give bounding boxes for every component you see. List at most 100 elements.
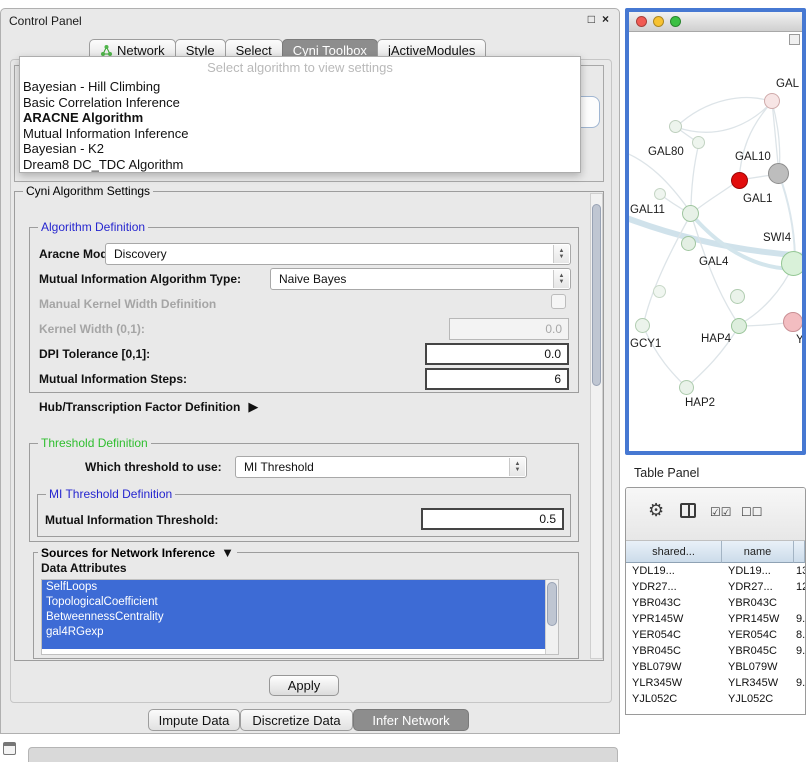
attributes-scrollbar[interactable] [545, 580, 558, 654]
mi-type-select[interactable]: Naive Bayes ▲▼ [270, 268, 571, 290]
algorithm-dropdown-list: Select algorithm to view settings Bayesi… [19, 56, 581, 173]
minimize-traffic-light-icon[interactable] [653, 16, 664, 27]
algorithm-definition-title: Algorithm Definition [38, 220, 148, 234]
network-node[interactable] [764, 93, 780, 109]
manual-kernel-label: Manual Kernel Width Definition [39, 297, 216, 311]
algorithm-option-selected[interactable]: ARACNE Algorithm [20, 110, 580, 126]
apply-button[interactable]: Apply [269, 675, 339, 696]
settings-scrollbar[interactable] [590, 193, 603, 659]
network-node[interactable] [730, 289, 745, 304]
network-node[interactable] [654, 188, 666, 200]
settings-scrollbar-thumb[interactable] [592, 204, 601, 386]
table-row[interactable]: YBR045CYBR045C9. [626, 643, 805, 659]
mi-type-value: Naive Bayes [279, 272, 346, 286]
network-node[interactable] [635, 318, 650, 333]
table-row[interactable]: YER054CYER054C8. [626, 627, 805, 643]
mi-threshold-field[interactable]: 0.5 [421, 508, 564, 530]
table-cell: YBR045C [626, 643, 722, 659]
aracne-mode-value: Discovery [114, 247, 167, 261]
table-row[interactable]: YDR27...YDR27...12 [626, 579, 805, 595]
algorithm-option[interactable]: Dream8 DC_TDC Algorithm [20, 157, 580, 173]
tab-impute-data[interactable]: Impute Data [148, 709, 240, 731]
network-node-label: GAL [776, 78, 799, 90]
aracne-mode-select[interactable]: Discovery ▲▼ [105, 243, 571, 265]
table-row[interactable]: YPR145WYPR145W9. [626, 611, 805, 627]
data-attributes-list[interactable]: SelfLoops TopologicalCoefficient Between… [41, 579, 559, 655]
table-cell [794, 659, 805, 675]
attribute-item[interactable]: gal4RGexp [42, 625, 546, 640]
table-cell [794, 691, 805, 707]
attribute-item[interactable]: BetweennessCentrality [42, 610, 546, 625]
network-node[interactable] [731, 318, 747, 334]
network-node[interactable] [781, 251, 802, 276]
table-panel-window: ⚙ ☑☑ ☐☐ shared... name YDL19...YDL19...1… [625, 487, 806, 715]
network-view-window: GALGAL80GAL10GAL11GAL1SWI4GAL4GCY1HAP4YH… [625, 8, 806, 455]
mi-steps-field[interactable]: 6 [425, 368, 569, 390]
network-window-titlebar[interactable] [629, 12, 802, 32]
tab-infer-network[interactable]: Infer Network [353, 709, 469, 731]
collapse-right-icon[interactable]: ▶ [248, 399, 258, 415]
table-cell [794, 595, 805, 611]
tab-discretize-data[interactable]: Discretize Data [240, 709, 353, 731]
table-toolbar: ⚙ ☑☑ ☐☐ [626, 488, 805, 541]
network-node[interactable] [681, 236, 696, 251]
algorithm-option[interactable]: Bayesian - K2 [20, 141, 580, 157]
float-window-icon[interactable]: □ [588, 12, 595, 26]
network-canvas[interactable]: GALGAL80GAL10GAL11GAL1SWI4GAL4GCY1HAP4YH… [629, 32, 802, 451]
table-cell: YBR045C [722, 643, 794, 659]
table-cell: YLR345W [722, 675, 794, 691]
attribute-item[interactable]: SelfLoops [42, 580, 546, 595]
control-panel-title: Control Panel [9, 14, 82, 28]
deselect-all-icon[interactable]: ☐☐ [741, 505, 763, 519]
manual-kernel-checkbox[interactable] [551, 294, 566, 309]
collapse-down-icon[interactable]: ▼ [221, 545, 234, 560]
mi-type-label: Mutual Information Algorithm Type: [39, 272, 241, 286]
network-node-label: HAP4 [701, 333, 731, 345]
network-node-label: GCY1 [630, 338, 661, 350]
birdseye-toggle-icon[interactable] [789, 34, 800, 45]
attribute-item[interactable]: TopologicalCoefficient [42, 595, 546, 610]
attribute-item-clipped [42, 640, 546, 649]
attributes-scrollbar-thumb[interactable] [547, 582, 557, 626]
network-node[interactable] [669, 120, 682, 133]
table-row[interactable]: YLR345WYLR345W9. [626, 675, 805, 691]
algorithm-option[interactable]: Bayesian - Hill Climbing [20, 79, 580, 95]
table-row[interactable]: YBR043CYBR043C [626, 595, 805, 611]
restore-panel-icon[interactable] [3, 742, 16, 755]
network-node[interactable] [682, 205, 699, 222]
close-traffic-light-icon[interactable] [636, 16, 647, 27]
network-node[interactable] [692, 136, 705, 149]
zoom-traffic-light-icon[interactable] [670, 16, 681, 27]
settings-group-title: Cyni Algorithm Settings [23, 184, 153, 198]
data-attributes-label: Data Attributes [41, 561, 127, 575]
algorithm-option[interactable]: Mutual Information Inference [20, 126, 580, 142]
table-cell: YDR27... [626, 579, 722, 595]
table-cell: 13 [794, 563, 805, 579]
hub-definition-section[interactable]: Hub/Transcription Factor Definition ▶ [39, 399, 258, 415]
algorithm-option[interactable]: Basic Correlation Inference [20, 95, 580, 111]
network-node[interactable] [783, 312, 802, 332]
column-header-name[interactable]: name [722, 541, 794, 563]
table-row[interactable]: YBL079WYBL079W [626, 659, 805, 675]
table-row[interactable]: YDL19...YDL19...13 [626, 563, 805, 579]
gear-icon[interactable]: ⚙ [648, 500, 664, 521]
collapsed-panel-bar[interactable] [28, 747, 618, 762]
network-node-label: HAP2 [685, 397, 715, 409]
close-icon[interactable]: × [602, 12, 609, 26]
network-node[interactable] [731, 172, 748, 189]
network-node[interactable] [768, 163, 789, 184]
sources-group-header[interactable]: Sources for Network Inference ▼ [38, 545, 237, 560]
table-cell: 9. [794, 643, 805, 659]
hub-definition-label: Hub/Transcription Factor Definition [39, 400, 240, 414]
column-selector-icon[interactable] [680, 503, 696, 518]
which-threshold-select[interactable]: MI Threshold ▲▼ [235, 456, 527, 478]
column-header-shared-name[interactable]: shared... [626, 541, 722, 563]
table-cell: YDL19... [722, 563, 794, 579]
column-header-clipped[interactable] [794, 541, 805, 563]
kernel-width-field[interactable]: 0.0 [449, 318, 569, 340]
network-node[interactable] [679, 380, 694, 395]
select-all-icon[interactable]: ☑☑ [710, 505, 732, 519]
table-row[interactable]: YJL052CYJL052C [626, 691, 805, 707]
dpi-tolerance-field[interactable]: 0.0 [425, 343, 569, 365]
network-node[interactable] [653, 285, 666, 298]
